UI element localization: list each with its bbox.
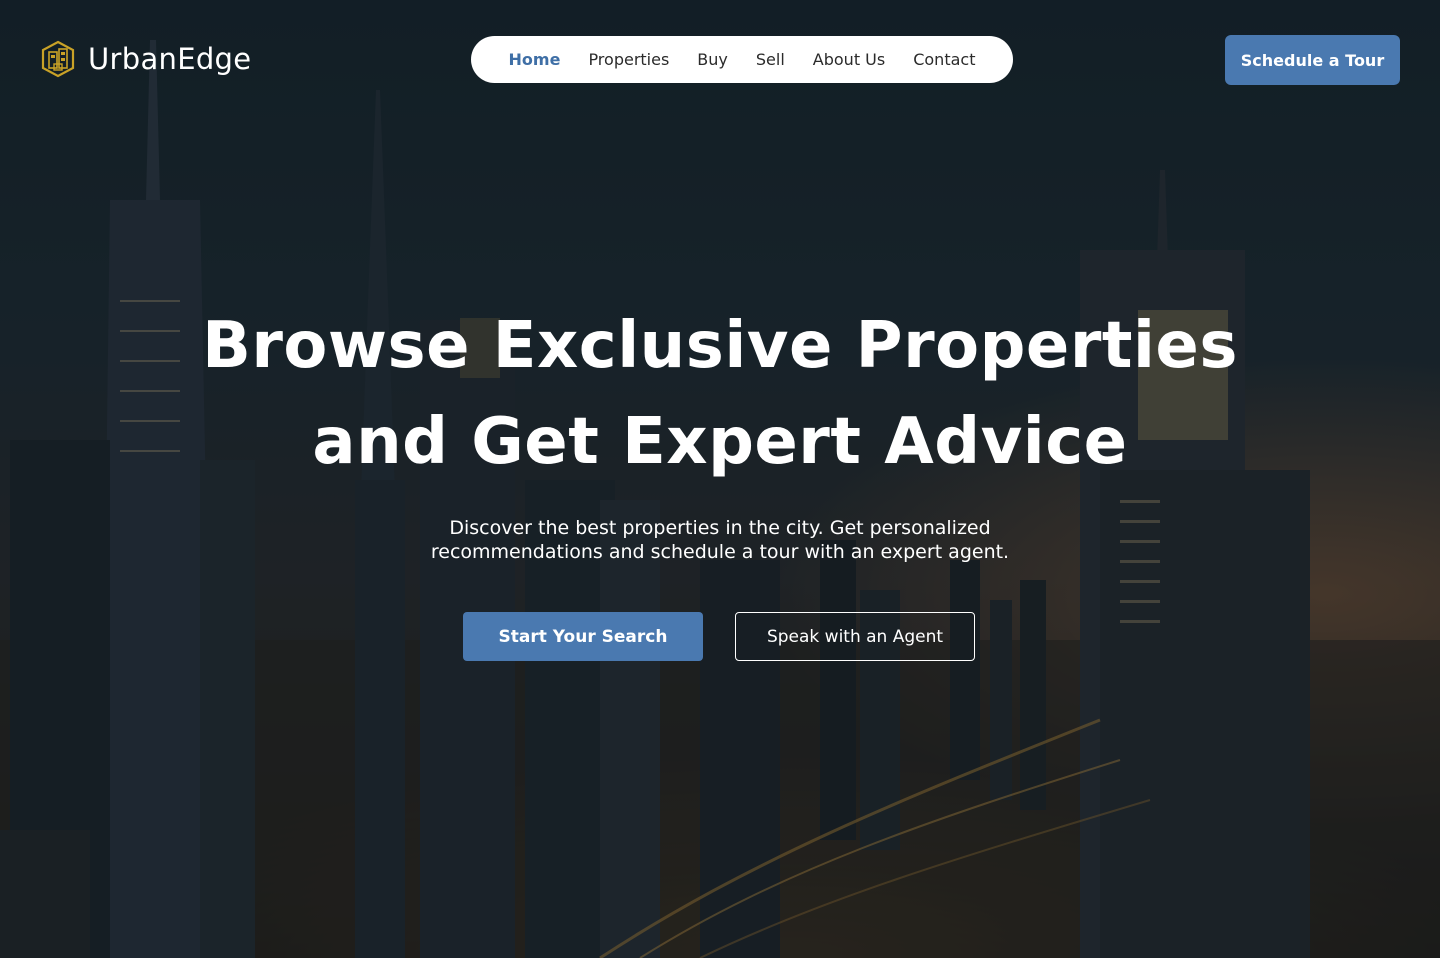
building-hexagon-icon	[41, 40, 75, 78]
brand-logo[interactable]: UrbanEdge	[40, 40, 251, 78]
hero-title-line-2: and Get Expert Advice	[312, 405, 1128, 479]
schedule-tour-button[interactable]: Schedule a Tour	[1225, 35, 1400, 85]
nav-item-contact[interactable]: Contact	[913, 50, 975, 69]
nav-item-properties[interactable]: Properties	[588, 50, 669, 69]
start-search-button[interactable]: Start Your Search	[463, 612, 703, 661]
nav-item-about-us[interactable]: About Us	[813, 50, 885, 69]
nav-item-home[interactable]: Home	[509, 50, 561, 69]
speak-with-agent-button[interactable]: Speak with an Agent	[735, 612, 975, 661]
nav-item-sell[interactable]: Sell	[756, 50, 785, 69]
hero-subtitle-line-2: recommendations and schedule a tour with…	[430, 541, 1010, 563]
hero-title: Browse Exclusive Properties and Get Expe…	[0, 298, 1440, 490]
nav-item-buy[interactable]: Buy	[697, 50, 728, 69]
brand-name: UrbanEdge	[88, 42, 252, 76]
hero-subtitle-line-1: Discover the best properties in the city…	[449, 517, 991, 539]
hero-subtitle: Discover the best properties in the city…	[0, 516, 1440, 564]
hero-title-line-1: Browse Exclusive Properties	[202, 309, 1238, 383]
main-navigation: Home Properties Buy Sell About Us Contac…	[471, 36, 1013, 83]
